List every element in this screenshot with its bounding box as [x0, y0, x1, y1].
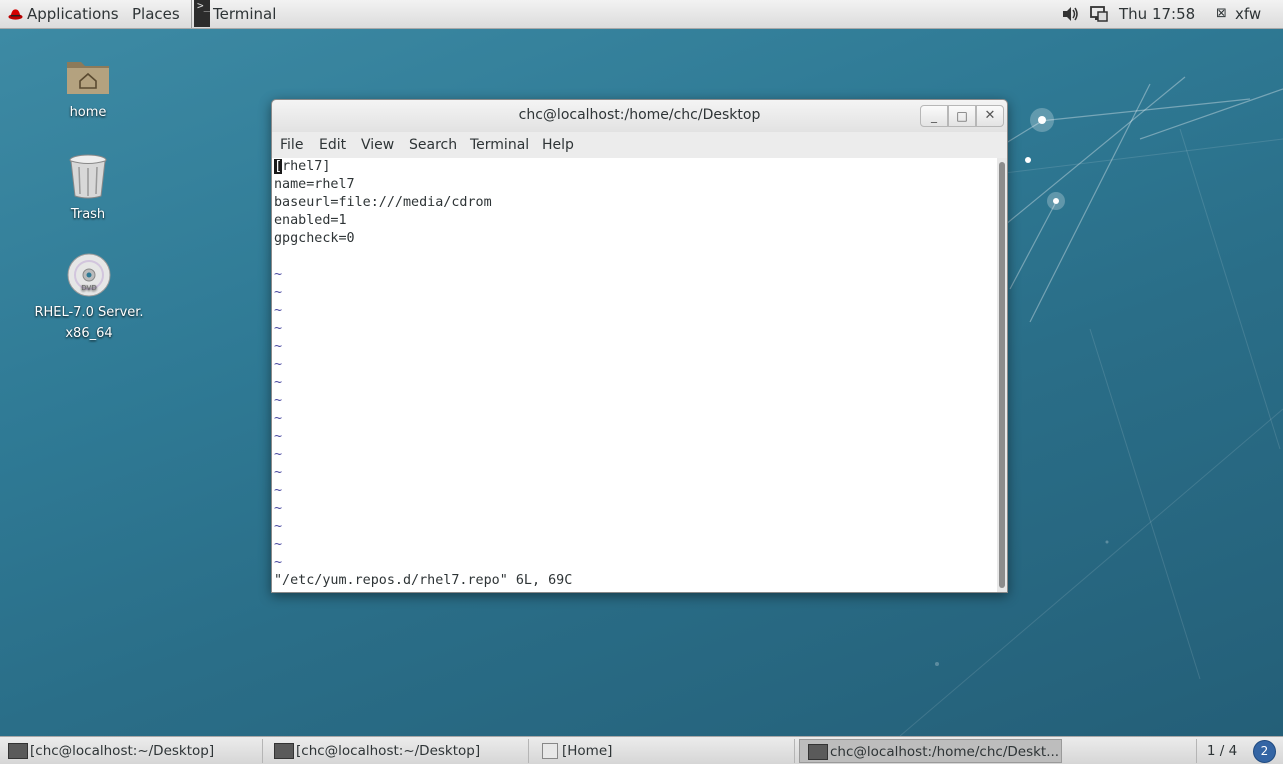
menu-help[interactable]: Help [542, 132, 574, 158]
places-menu[interactable]: Places [132, 0, 180, 28]
window-titlebar[interactable]: chc@localhost:/home/chc/Desktop _ □ ✕ [272, 100, 1007, 132]
menu-file[interactable]: File [280, 132, 303, 158]
terminal-line: baseurl=file:///media/cdrom [274, 195, 492, 210]
applications-label: Applications [27, 5, 119, 23]
menubar: File Edit View Search Terminal Help [272, 132, 1007, 158]
taskbar-button[interactable]: [chc@localhost:~/Desktop] [266, 739, 529, 763]
maximize-button[interactable]: □ [948, 105, 976, 127]
svg-text:DVD: DVD [81, 284, 96, 292]
taskbar-label: [chc@localhost:~/Desktop] [30, 743, 215, 759]
network-icon[interactable] [1089, 0, 1109, 28]
terminal-icon [808, 744, 828, 760]
clock[interactable]: Thu 17:58 [1119, 0, 1195, 28]
empty-line-marker: ~ [274, 303, 283, 318]
user-menu[interactable]: ⊠ xfw [1216, 0, 1261, 28]
empty-line-marker: ~ [274, 465, 283, 480]
workspace-switcher[interactable]: 1 / 4 [1196, 739, 1247, 763]
menu-view[interactable]: View [361, 132, 394, 158]
user-label: xfw [1235, 5, 1262, 23]
applications-menu[interactable]: Applications [4, 0, 119, 28]
desktop-icon-trash[interactable]: Trash [58, 152, 118, 225]
empty-line-marker: ~ [274, 429, 283, 444]
terminal-icon [8, 743, 28, 759]
empty-line-marker: ~ [274, 267, 283, 282]
text-cursor: [ [274, 159, 283, 174]
window-title: chc@localhost:/home/chc/Desktop [518, 107, 761, 123]
taskbar-button[interactable]: [chc@localhost:~/Desktop] [0, 739, 263, 763]
desktop-icon-label-line2: x86_64 [65, 326, 113, 341]
taskbar-button[interactable]: [Home] [532, 739, 795, 763]
desktop-icon-label-line1: RHEL-7.0 Server. [34, 305, 144, 320]
empty-line-marker: ~ [274, 357, 283, 372]
terminal-window[interactable]: chc@localhost:/home/chc/Desktop _ □ ✕ Fi… [271, 99, 1008, 593]
taskbar-label: [chc@localhost:~/Desktop] [296, 743, 481, 759]
minimize-button[interactable]: _ [920, 105, 948, 127]
empty-line-marker: ~ [274, 411, 283, 426]
scrollbar-thumb[interactable] [999, 162, 1005, 588]
menu-search[interactable]: Search [409, 132, 457, 158]
dvd-icon: DVD [67, 253, 111, 297]
file-manager-icon [542, 743, 558, 759]
terminal-icon: >_ [194, 0, 210, 27]
taskbar-label: chc@localhost:/home/chc/Deskt... [830, 744, 1060, 760]
empty-line-marker: ~ [274, 519, 283, 534]
desktop-icon-home[interactable]: home [58, 52, 118, 123]
top-panel: Applications Places >_ Terminal Thu 17:5… [0, 0, 1283, 29]
taskbar-button-active[interactable]: chc@localhost:/home/chc/Deskt... [799, 739, 1062, 763]
vim-status-line: "/etc/yum.repos.d/rhel7.repo" 6L, 69C [274, 573, 573, 588]
empty-line-marker: ~ [274, 537, 283, 552]
active-app-menu[interactable]: >_ Terminal [191, 0, 282, 28]
empty-line-marker: ~ [274, 447, 283, 462]
terminal-icon [274, 743, 294, 759]
empty-line-marker: ~ [274, 339, 283, 354]
notification-badge[interactable]: 2 [1253, 740, 1276, 763]
terminal-line: gpgcheck=0 [274, 231, 355, 246]
empty-line-marker: ~ [274, 393, 283, 408]
desktop-icon-label: home [69, 105, 107, 120]
taskbar-label: [Home] [562, 743, 613, 759]
empty-line-marker: ~ [274, 321, 283, 336]
folder-home-icon [67, 62, 109, 94]
empty-line-marker: ~ [274, 501, 283, 516]
empty-line-marker: ~ [274, 375, 283, 390]
scrollbar[interactable] [997, 158, 1007, 592]
terminal-line: [rhel7] [274, 159, 331, 174]
terminal-line: name=rhel7 [274, 177, 355, 192]
empty-line-marker: ~ [274, 483, 283, 498]
active-app-label: Terminal [213, 5, 277, 23]
bottom-panel: [chc@localhost:~/Desktop] [chc@localhost… [0, 736, 1283, 764]
trash-icon [69, 154, 107, 199]
volume-icon[interactable] [1061, 0, 1079, 28]
desktop-icon-label: Trash [70, 207, 106, 222]
user-icon: ⊠ [1216, 6, 1227, 21]
empty-line-marker: ~ [274, 555, 283, 570]
terminal-line: enabled=1 [274, 213, 347, 228]
menu-terminal[interactable]: Terminal [470, 132, 529, 158]
menu-edit[interactable]: Edit [319, 132, 346, 158]
empty-line-marker: ~ [274, 285, 283, 300]
desktop-icon-dvd[interactable]: DVD RHEL-7.0 Server. x86_64 [20, 252, 158, 344]
terminal-text-area[interactable]: [rhel7] name=rhel7 baseurl=file:///media… [272, 158, 997, 592]
redhat-icon [8, 9, 23, 20]
close-button[interactable]: ✕ [976, 105, 1004, 127]
